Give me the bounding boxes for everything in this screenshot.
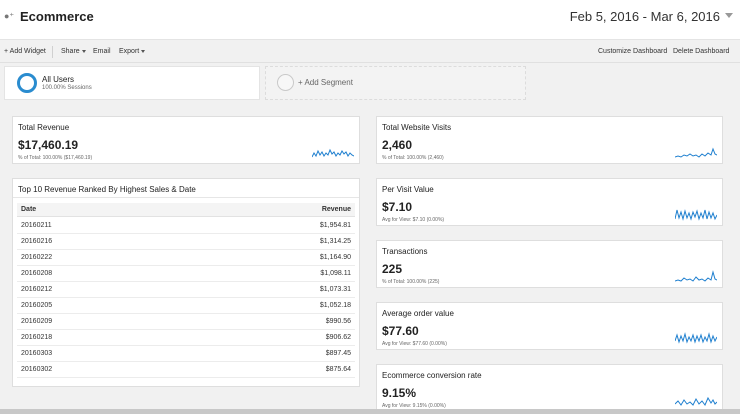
sparkline bbox=[675, 147, 717, 158]
delete-dashboard-button[interactable]: Delete Dashboard bbox=[673, 48, 729, 55]
row-revenue: $1,073.31 bbox=[319, 286, 351, 293]
chevron-down-icon bbox=[81, 49, 86, 53]
row-revenue: $897.45 bbox=[325, 350, 351, 357]
row-revenue: $1,954.81 bbox=[319, 222, 351, 229]
table-row: 20160212 $1,073.31 bbox=[17, 282, 355, 298]
segment-all-users[interactable]: All Users 100.00% Sessions bbox=[4, 66, 260, 100]
widget-transactions: Transactions 225 % of Total: 100.00% (22… bbox=[376, 240, 723, 288]
users-icon: ●⁺ bbox=[4, 11, 15, 21]
widget-value: $77.60 bbox=[382, 324, 419, 338]
export-button[interactable]: Export bbox=[119, 48, 146, 55]
table-divider bbox=[13, 197, 359, 198]
row-revenue: $1,098.11 bbox=[320, 270, 351, 277]
table-row: 20160303 $897.45 bbox=[17, 346, 355, 362]
widget-subtext: Avg for View: $7.10 (0.00%) bbox=[382, 217, 445, 223]
table-title: Top 10 Revenue Ranked By Highest Sales &… bbox=[18, 185, 196, 194]
row-date: 20160218 bbox=[21, 334, 53, 341]
add-segment-button[interactable]: + Add Segment bbox=[265, 66, 526, 100]
widget-ecommerce-conversion-rate: Ecommerce conversion rate 9.15% Avg for … bbox=[376, 364, 723, 412]
widget-value: $7.10 bbox=[382, 200, 413, 214]
column-header-revenue[interactable]: Revenue bbox=[322, 206, 351, 213]
add-segment-circle-icon bbox=[277, 74, 294, 91]
row-revenue: $990.56 bbox=[325, 318, 351, 325]
table-header: Date Revenue bbox=[17, 203, 355, 217]
widget-subtext: Avg for View: $77.60 (0.00%) bbox=[382, 341, 447, 347]
widget-subtext: % of Total: 100.00% (225) bbox=[382, 279, 440, 285]
widget-title: Average order value bbox=[382, 309, 454, 318]
widget-value: 2,460 bbox=[382, 138, 413, 152]
widget-title: Transactions bbox=[382, 247, 428, 256]
add-segment-label: + Add Segment bbox=[298, 78, 353, 87]
widget-title: Total Revenue bbox=[18, 123, 70, 132]
widget-average-order-value: Average order value $77.60 Avg for View:… bbox=[376, 302, 723, 350]
table-row: 20160211 $1,954.81 bbox=[17, 218, 355, 234]
segment-sessions: 100.00% Sessions bbox=[42, 85, 92, 91]
widget-total-website-visits: Total Website Visits 2,460 % of Total: 1… bbox=[376, 116, 723, 164]
share-button[interactable]: Share bbox=[61, 48, 86, 55]
customize-dashboard-button[interactable]: Customize Dashboard bbox=[598, 48, 667, 55]
row-date: 20160216 bbox=[21, 238, 53, 245]
add-widget-button[interactable]: + Add Widget bbox=[4, 48, 46, 55]
table-row: 20160218 $906.62 bbox=[17, 330, 355, 346]
widget-top-revenue-table: Top 10 Revenue Ranked By Highest Sales &… bbox=[12, 178, 360, 387]
sparkline bbox=[312, 148, 354, 158]
table-row: 20160302 $875.64 bbox=[17, 362, 355, 378]
dashboard-toolbar: + Add Widget Share Email Export Customiz… bbox=[0, 41, 740, 63]
widget-subtext: % of Total: 100.00% ($17,460.19) bbox=[18, 155, 93, 161]
email-button[interactable]: Email bbox=[93, 48, 111, 55]
row-revenue: $1,164.90 bbox=[319, 254, 351, 261]
row-revenue: $875.64 bbox=[325, 366, 351, 373]
sparkline bbox=[675, 209, 717, 221]
page-title: Ecommerce bbox=[20, 9, 94, 24]
widget-total-revenue: Total Revenue $17,460.19 % of Total: 100… bbox=[12, 116, 360, 164]
table-row: 20160216 $1,314.25 bbox=[17, 234, 355, 250]
sparkline-path bbox=[675, 147, 717, 158]
horizontal-scrollbar[interactable] bbox=[0, 409, 740, 414]
row-date: 20160211 bbox=[21, 222, 52, 229]
export-label: Export bbox=[119, 48, 140, 55]
widget-value: $17,460.19 bbox=[18, 138, 79, 152]
sparkline bbox=[675, 396, 717, 406]
toolbar-divider bbox=[52, 46, 53, 58]
table-row: 20160209 $990.56 bbox=[17, 314, 355, 330]
table-row: 20160222 $1,164.90 bbox=[17, 250, 355, 266]
date-range-picker[interactable]: Feb 5, 2016 - Mar 6, 2016 bbox=[570, 9, 720, 24]
sparkline-path bbox=[675, 209, 717, 221]
sparkline-path bbox=[675, 396, 717, 406]
table-row: 20160205 $1,052.18 bbox=[17, 298, 355, 314]
row-date: 20160209 bbox=[21, 318, 53, 325]
sparkline-path bbox=[312, 148, 354, 158]
segment-circle-icon bbox=[17, 73, 37, 93]
dashboard-header: ●⁺ Ecommerce Feb 5, 2016 - Mar 6, 2016 bbox=[0, 0, 740, 40]
widget-per-visit-value: Per Visit Value $7.10 Avg for View: $7.1… bbox=[376, 178, 723, 226]
row-date: 20160303 bbox=[21, 350, 53, 357]
row-revenue: $1,314.25 bbox=[319, 238, 351, 245]
row-date: 20160208 bbox=[21, 270, 53, 277]
sparkline bbox=[675, 332, 717, 344]
chevron-down-icon bbox=[141, 49, 146, 53]
widget-title: Total Website Visits bbox=[382, 123, 452, 132]
sparkline bbox=[675, 270, 717, 282]
segment-name: All Users bbox=[42, 75, 75, 84]
widget-value: 225 bbox=[382, 262, 403, 276]
chevron-down-icon[interactable] bbox=[725, 13, 733, 18]
sparkline-path bbox=[675, 332, 717, 344]
widget-title: Ecommerce conversion rate bbox=[382, 371, 482, 380]
column-header-date[interactable]: Date bbox=[21, 206, 36, 213]
row-revenue: $1,052.18 bbox=[319, 302, 351, 309]
table-row: 20160208 $1,098.11 bbox=[17, 266, 355, 282]
row-date: 20160302 bbox=[21, 366, 53, 373]
share-label: Share bbox=[61, 48, 80, 55]
widget-value: 9.15% bbox=[382, 386, 417, 400]
row-date: 20160212 bbox=[21, 286, 53, 293]
widget-subtext: % of Total: 100.00% (2,460) bbox=[382, 155, 444, 161]
row-date: 20160222 bbox=[21, 254, 53, 261]
row-date: 20160205 bbox=[21, 302, 53, 309]
widget-title: Per Visit Value bbox=[382, 185, 434, 194]
sparkline-path bbox=[675, 270, 717, 282]
row-revenue: $906.62 bbox=[325, 334, 351, 341]
